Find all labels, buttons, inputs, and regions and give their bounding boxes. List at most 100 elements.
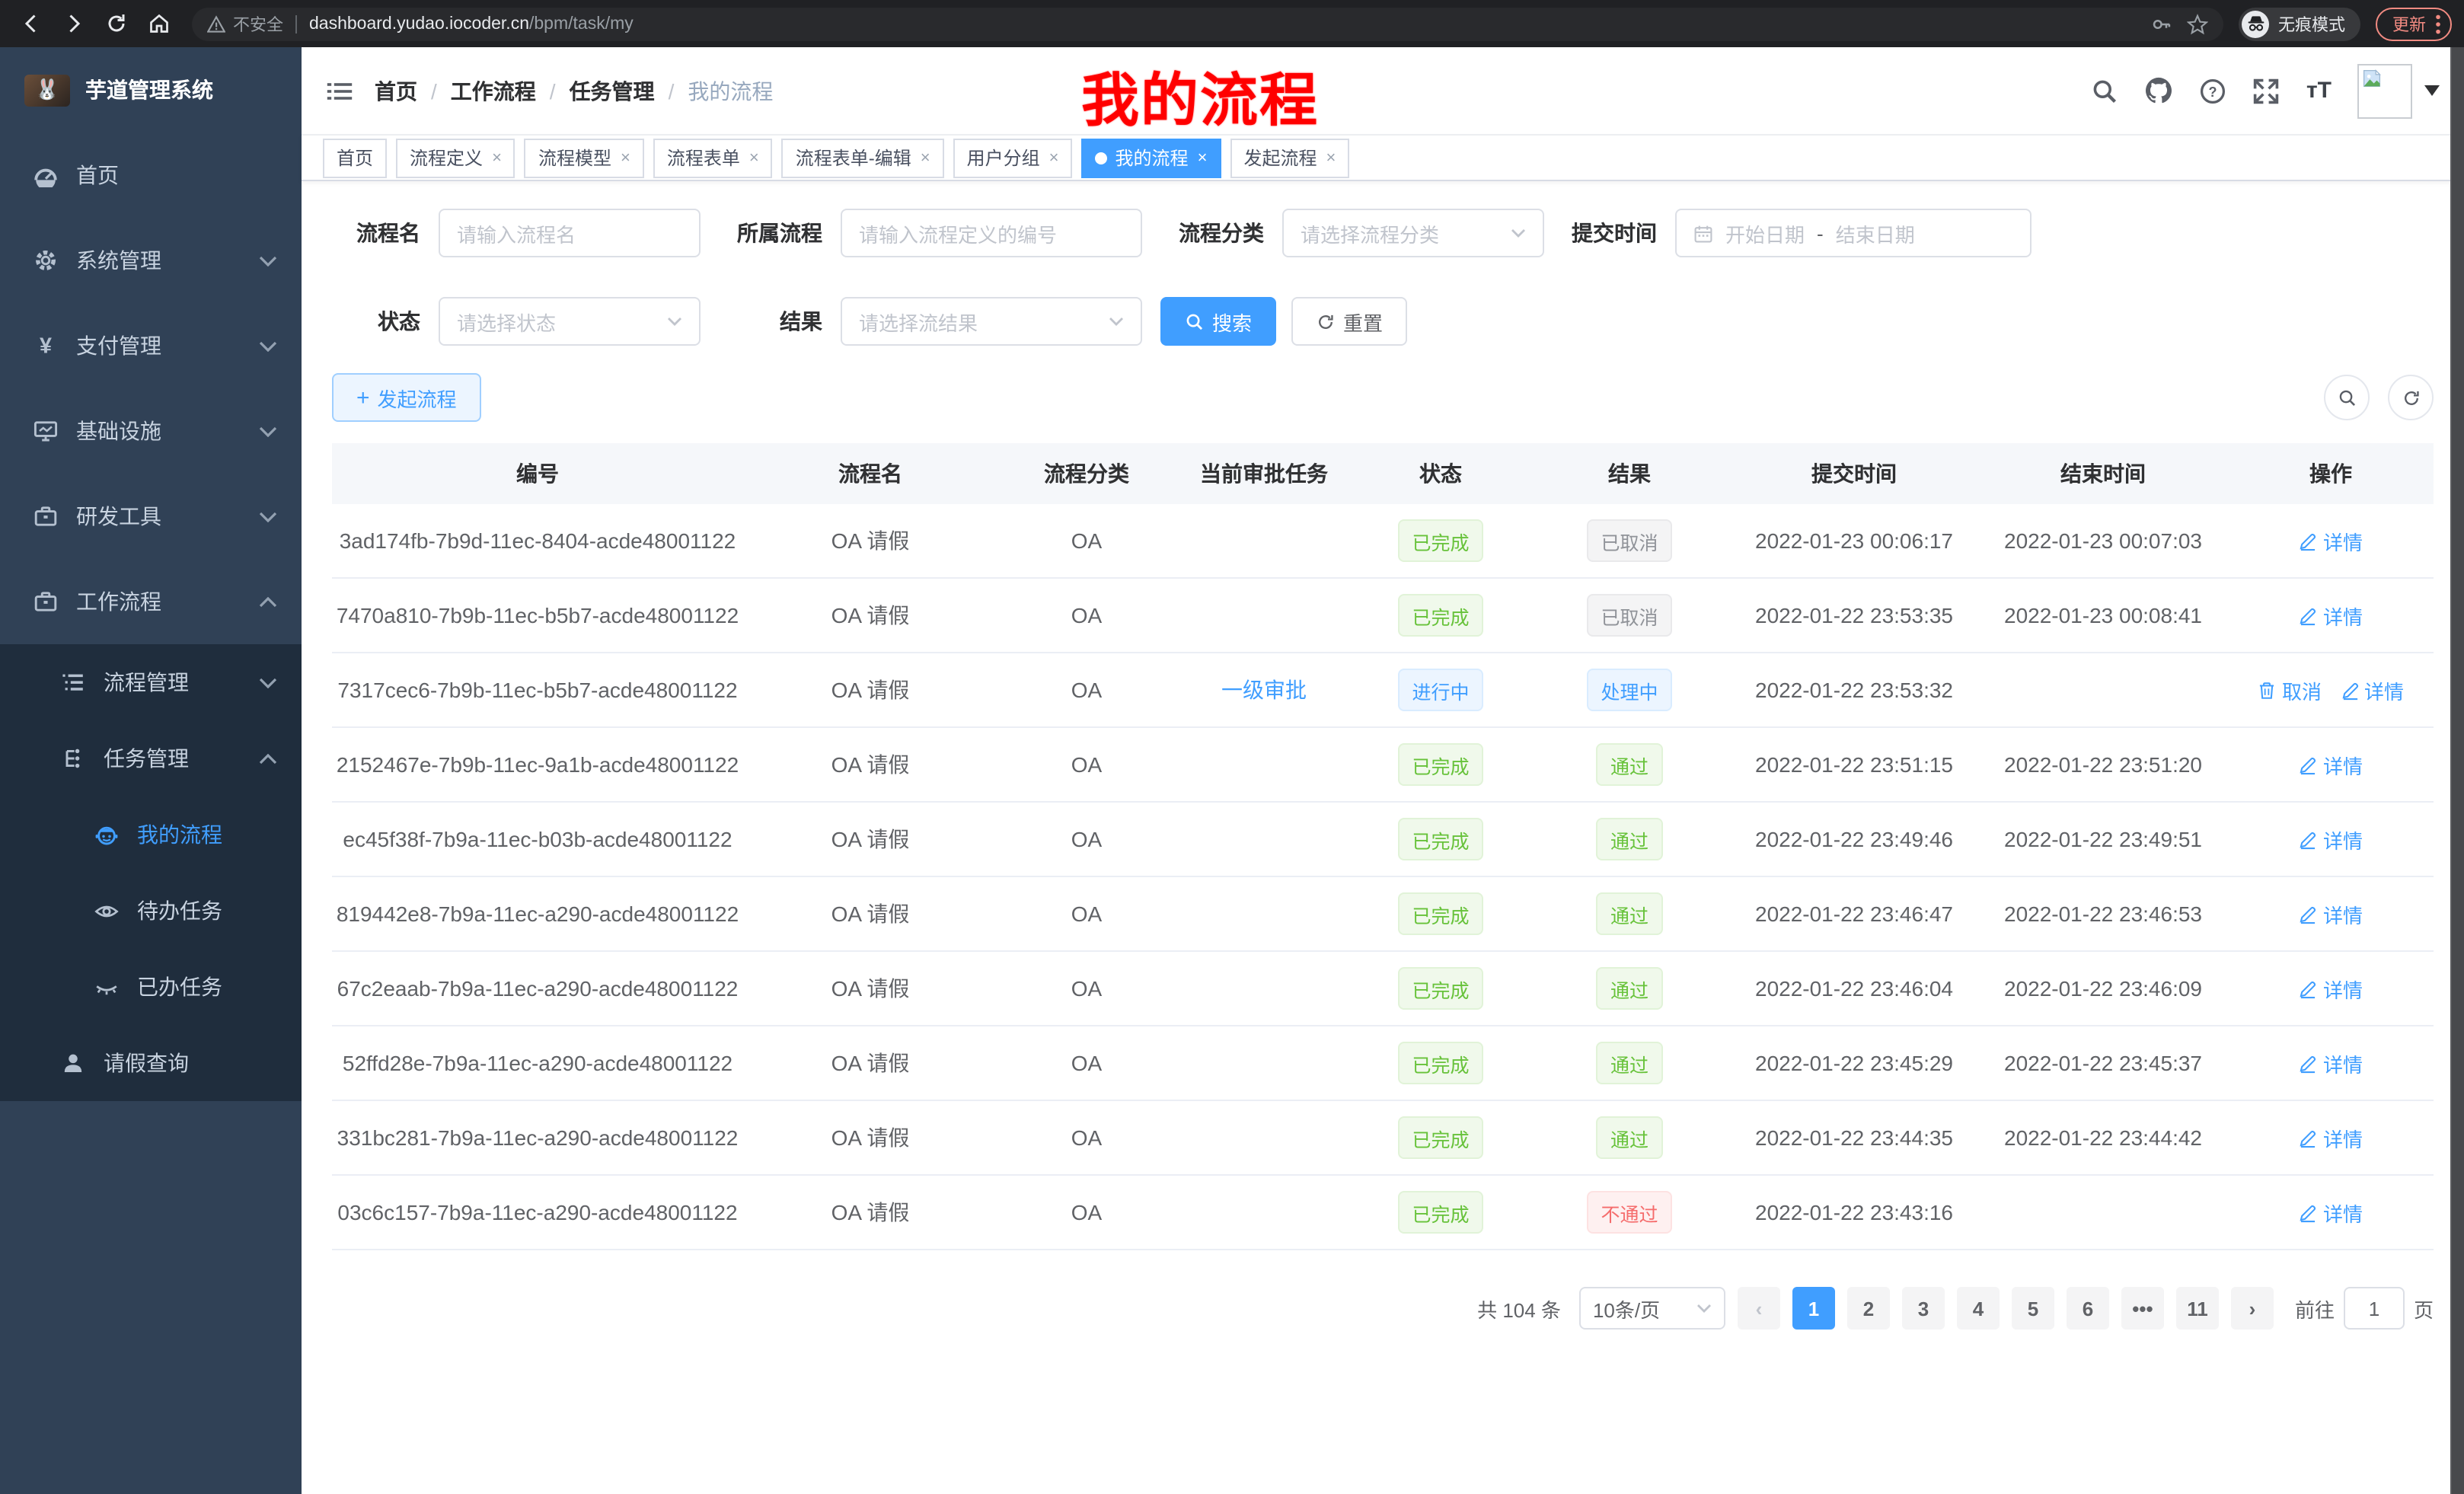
back-icon[interactable] (12, 5, 49, 42)
sidebar-item-todo-tasks[interactable]: 待办任务 (0, 873, 302, 949)
key-icon[interactable] (2150, 13, 2172, 34)
sidebar-item-leave-query[interactable]: 请假查询 (0, 1025, 302, 1101)
refresh-button[interactable] (2388, 375, 2434, 420)
status-badge: 已完成 (1398, 1116, 1483, 1159)
app-logo[interactable]: 🐰 芋道管理系统 (0, 47, 302, 132)
tab-首页[interactable]: 首页 (323, 138, 387, 177)
cell-process-name: OA 请假 (743, 600, 997, 630)
help-icon[interactable]: ? (2200, 77, 2227, 104)
page-button-11[interactable]: 11 (2176, 1287, 2219, 1330)
create-process-button[interactable]: + 发起流程 (332, 373, 481, 422)
close-icon[interactable]: × (1326, 148, 1336, 167)
more-pages-button[interactable]: ••• (2121, 1287, 2164, 1330)
bookmark-star-icon[interactable] (2187, 13, 2208, 34)
result-select[interactable]: 请选择流结果 (841, 297, 1142, 346)
caret-down-icon[interactable] (2424, 85, 2440, 95)
status-badge: 进行中 (1398, 669, 1483, 711)
action-详情[interactable]: 详情 (2299, 1123, 2363, 1152)
fullscreen-icon[interactable] (2253, 77, 2280, 104)
reload-icon[interactable] (97, 5, 134, 42)
status-select[interactable]: 请选择状态 (439, 297, 701, 346)
tab-流程表单-编辑[interactable]: 流程表单-编辑× (782, 138, 944, 177)
sidebar-item-home[interactable]: 首页 (0, 132, 302, 218)
action-详情[interactable]: 详情 (2299, 825, 2363, 854)
sidebar-item-devtools[interactable]: 研发工具 (0, 474, 302, 559)
sidebar-item-workflow[interactable]: 工作流程 (0, 559, 302, 644)
tab-label: 首页 (337, 145, 373, 171)
page-button-6[interactable]: 6 (2067, 1287, 2109, 1330)
cell-end-time: 2022-01-22 23:45:37 (1978, 1051, 2228, 1075)
process-table: 编号流程名流程分类当前审批任务状态结果提交时间结束时间操作 3ad174fb-7… (332, 443, 2434, 1250)
tab-流程模型[interactable]: 流程模型× (525, 138, 644, 177)
close-icon[interactable]: × (621, 148, 630, 167)
cell-submit-time: 2022-01-22 23:44:35 (1730, 1125, 1978, 1150)
search-button[interactable]: 搜索 (1160, 297, 1276, 346)
tab-流程表单[interactable]: 流程表单× (653, 138, 773, 177)
security-warning-icon[interactable] (207, 14, 225, 33)
font-size-icon[interactable]: тT (2306, 78, 2332, 104)
tab-流程定义[interactable]: 流程定义× (396, 138, 515, 177)
action-取消[interactable]: 取消 (2258, 675, 2322, 704)
tab-我的流程[interactable]: 我的流程 × (1082, 138, 1221, 177)
sidebar-item-done-tasks[interactable]: 已办任务 (0, 949, 302, 1025)
close-icon[interactable]: × (921, 148, 930, 167)
avatar[interactable] (2357, 63, 2412, 118)
cell-end-time: 2022-01-22 23:49:51 (1978, 827, 2228, 851)
page-size-select[interactable]: 10条/页 (1579, 1287, 1725, 1330)
edit-icon (2299, 531, 2319, 551)
process-name-input[interactable]: 请输入流程名 (439, 209, 701, 257)
tab-用户分组[interactable]: 用户分组× (953, 138, 1073, 177)
window-scrollbar[interactable] (2450, 47, 2464, 1494)
close-icon[interactable]: × (1198, 148, 1208, 167)
sidebar-item-infra[interactable]: 基础设施 (0, 388, 302, 474)
address-bar[interactable]: 不安全 dashboard.yudao.iocoder.cn/bpm/task/… (192, 7, 2223, 40)
current-task-link[interactable]: 一级审批 (1221, 678, 1307, 702)
page-button-1[interactable]: 1 (1792, 1287, 1835, 1330)
url-text[interactable]: dashboard.yudao.iocoder.cn/bpm/task/my (309, 14, 2150, 33)
process-def-input[interactable]: 请输入流程定义的编号 (841, 209, 1142, 257)
prev-page-button[interactable]: ‹ (1738, 1287, 1780, 1330)
breadcrumb-item[interactable]: 任务管理 (570, 75, 655, 106)
search-icon[interactable] (2092, 77, 2119, 104)
page-button-3[interactable]: 3 (1902, 1287, 1945, 1330)
sidebar-item-my-process[interactable]: 我的流程 (0, 796, 302, 873)
toggle-search-button[interactable] (2324, 375, 2370, 420)
next-page-button[interactable]: › (2231, 1287, 2274, 1330)
submit-time-range[interactable]: 开始日期 - 结束日期 (1675, 209, 2032, 257)
breadcrumb-item[interactable]: 工作流程 (451, 75, 536, 106)
close-icon[interactable]: × (749, 148, 759, 167)
page-button-5[interactable]: 5 (2012, 1287, 2054, 1330)
sidebar-item-process-mgmt[interactable]: 流程管理 (0, 644, 302, 720)
action-详情[interactable]: 详情 (2299, 526, 2363, 555)
browser-update-button[interactable]: 更新 (2376, 7, 2452, 40)
cell-category: OA (997, 976, 1176, 1001)
status-badge: 已完成 (1398, 892, 1483, 935)
tab-发起流程[interactable]: 发起流程× (1230, 138, 1349, 177)
github-icon[interactable] (2145, 76, 2174, 105)
goto-page-input[interactable]: 1 (2344, 1287, 2405, 1330)
category-select[interactable]: 请选择流程分类 (1282, 209, 1544, 257)
page-button-4[interactable]: 4 (1957, 1287, 2000, 1330)
reset-button[interactable]: 重置 (1291, 297, 1407, 346)
close-icon[interactable]: × (492, 148, 502, 167)
action-详情[interactable]: 详情 (2299, 601, 2363, 630)
action-详情[interactable]: 详情 (2340, 675, 2404, 704)
sidebar-item-task-mgmt[interactable]: 任务管理 (0, 720, 302, 796)
hamburger-icon[interactable] (326, 77, 353, 104)
action-详情[interactable]: 详情 (2299, 974, 2363, 1003)
tab-label: 我的流程 (1116, 145, 1189, 171)
action-详情[interactable]: 详情 (2299, 750, 2363, 779)
home-icon[interactable] (140, 5, 177, 42)
browser-menu-icon[interactable] (2435, 13, 2441, 34)
breadcrumb-item[interactable]: 首页 (375, 75, 417, 106)
sidebar-item-system[interactable]: 系统管理 (0, 218, 302, 303)
page-button-2[interactable]: 2 (1847, 1287, 1890, 1330)
action-详情[interactable]: 详情 (2299, 1198, 2363, 1227)
breadcrumb-separator: / (550, 78, 556, 103)
forward-icon[interactable] (55, 5, 91, 42)
action-详情[interactable]: 详情 (2299, 899, 2363, 928)
security-label[interactable]: 不安全 (233, 11, 283, 36)
action-详情[interactable]: 详情 (2299, 1049, 2363, 1077)
close-icon[interactable]: × (1049, 148, 1059, 167)
sidebar-item-payment[interactable]: ¥支付管理 (0, 303, 302, 388)
